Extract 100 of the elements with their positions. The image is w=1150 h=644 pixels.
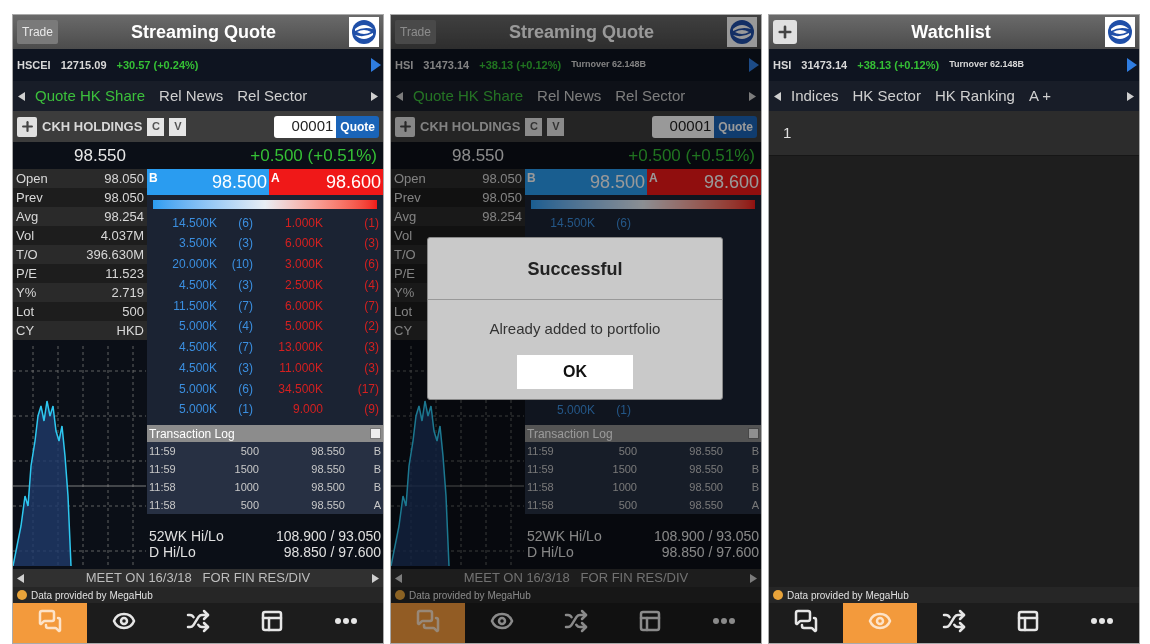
scroll-right-icon[interactable] [372, 573, 379, 583]
index-value: 31473.14 [423, 57, 470, 73]
toggle-button[interactable]: C [147, 117, 165, 136]
stat-label: Avg [394, 207, 417, 226]
log-time: 11:58 [149, 497, 177, 513]
stat-label: Y% [394, 283, 415, 302]
log-title: Transaction Log [527, 425, 613, 443]
stat-label: Open [16, 169, 48, 188]
ask-orders: (3) [363, 339, 379, 357]
scroll-left-icon[interactable] [18, 91, 25, 101]
range-value: 98.850 / 97.600 [661, 543, 759, 560]
bid-tag: B [149, 169, 158, 187]
more-icon [713, 618, 735, 624]
ask-quantity: 11.000K [278, 359, 323, 377]
logo-icon [349, 17, 379, 47]
ask-quantity: 5.000K [283, 318, 323, 336]
index-name: HSI [395, 57, 414, 73]
log-time: 11:59 [149, 461, 177, 477]
scroll-right-icon[interactable] [371, 91, 378, 101]
add-button[interactable] [395, 116, 415, 137]
log-price: 98.500 [310, 479, 345, 495]
bid-quantity: 5.000K [177, 380, 217, 398]
plus-icon [19, 119, 35, 134]
stock-code-field[interactable]: 00001 [652, 115, 715, 138]
tab[interactable]: Rel Sector [237, 84, 308, 108]
ask-orders: (6) [363, 256, 379, 274]
index-name: HSCEI [17, 57, 51, 73]
index-change: +38.13 (+0.12%) [857, 57, 940, 73]
bid-orders: (6) [237, 380, 253, 398]
stat-label: Prev [16, 188, 43, 207]
screen-title: Watchlist [911, 20, 991, 44]
toggle-button[interactable]: V [547, 117, 565, 136]
news-marquee: MEET ON 16/3/18 FOR FIN RES/DIV [85, 569, 311, 588]
toggle-button[interactable]: V [169, 117, 187, 136]
stat-label: T/O [394, 245, 416, 264]
range-label: D Hi/Lo [527, 543, 574, 560]
log-quantity: 1500 [233, 461, 259, 477]
log-time: 11:59 [149, 443, 177, 459]
ok-button[interactable]: OK [517, 354, 633, 389]
add-button[interactable] [17, 116, 37, 137]
bid-quantity: 20.000K [171, 256, 217, 274]
stat-label: P/E [394, 264, 415, 283]
scroll-left-icon[interactable] [774, 91, 781, 101]
ask-orders: (3) [363, 235, 379, 253]
stat-value: 500 [122, 302, 144, 321]
data-credit: Data provided by MegaHub [409, 588, 531, 603]
quote-button[interactable]: Quote [336, 115, 379, 138]
play-arrow-icon[interactable] [371, 58, 381, 72]
news-marquee: MEET ON 16/3/18 FOR FIN RES/DIV [463, 569, 689, 588]
ask-tag: A [271, 169, 280, 187]
log-side: B [750, 461, 759, 477]
scroll-right-icon[interactable] [749, 91, 756, 101]
log-price: 98.550 [688, 461, 723, 477]
stat-value: 11.523 [105, 264, 144, 283]
scroll-left-icon[interactable] [17, 573, 24, 583]
stat-value: 4.037M [100, 226, 144, 245]
bid-orders: (6) [237, 214, 253, 232]
dialog-title: Successful [527, 258, 623, 281]
stat-value: 98.050 [104, 169, 144, 188]
bid-price: 98.500 [211, 170, 267, 194]
watchlist-row[interactable]: 1 [769, 111, 1139, 156]
chat-icon [794, 609, 818, 633]
tab[interactable]: HK Ranking [934, 84, 1015, 108]
tab[interactable]: HK Sector [852, 84, 921, 108]
bid-orders: (1) [615, 401, 631, 419]
range-label: D Hi/Lo [149, 543, 196, 560]
index-value: 31473.14 [801, 57, 848, 73]
tab[interactable]: Quote HK Share [35, 84, 146, 108]
stock-code-field[interactable]: 00001 [274, 115, 337, 138]
tab[interactable]: A + [1028, 84, 1052, 108]
panel-icon [638, 609, 662, 633]
chat-icon [38, 609, 62, 633]
tab[interactable]: Rel News [159, 84, 224, 108]
panel-icon [1016, 609, 1040, 633]
data-credit: Data provided by MegaHub [31, 588, 153, 603]
turnover-text: Turnover 62.148B [949, 58, 1025, 72]
quote-button[interactable]: Quote [714, 115, 757, 138]
ask-quantity: 1.000K [283, 214, 323, 232]
stat-value: 98.254 [482, 207, 522, 226]
bid-orders: (10) [230, 256, 253, 274]
trade-button[interactable]: Trade [17, 20, 58, 44]
expand-icon[interactable] [370, 428, 381, 439]
screen-title: Streaming Quote [508, 20, 654, 44]
tab[interactable]: Rel News [537, 84, 602, 108]
add-button[interactable] [773, 20, 797, 44]
scroll-left-icon[interactable] [396, 91, 403, 101]
play-arrow-icon[interactable] [1127, 58, 1137, 72]
last-price: 98.550 [452, 144, 504, 167]
tab[interactable]: Indices [791, 84, 839, 108]
bid-orders: (6) [615, 214, 631, 232]
stat-value: 2.719 [111, 283, 144, 302]
expand-icon[interactable] [748, 428, 759, 439]
toggle-button[interactable]: C [525, 117, 543, 136]
tab[interactable]: Rel Sector [615, 84, 686, 108]
index-name: HSI [773, 57, 792, 73]
log-price: 98.550 [310, 497, 345, 513]
ask-orders: (3) [363, 359, 379, 377]
stat-label: P/E [16, 264, 37, 283]
log-price: 98.550 [688, 443, 723, 459]
scroll-right-icon[interactable] [1127, 91, 1134, 101]
